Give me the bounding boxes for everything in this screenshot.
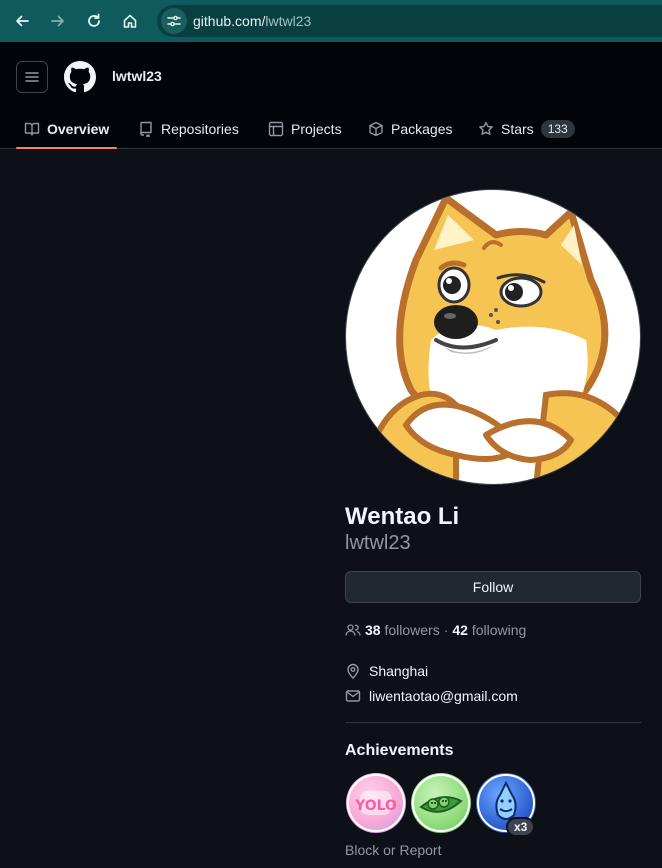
stars-count-badge: 133 — [540, 119, 575, 138]
pair-extraordinaire-badge[interactable] — [411, 773, 471, 833]
reload-button[interactable] — [80, 7, 108, 35]
follow-separator: · — [443, 622, 449, 638]
url-path: lwtwl23 — [265, 13, 312, 29]
home-button[interactable] — [116, 7, 144, 35]
follow-stats: 38 followers · 42 following — [345, 621, 526, 639]
reload-icon — [88, 13, 100, 27]
follow-button[interactable]: Follow — [345, 571, 641, 603]
github-logo-icon[interactable] — [64, 61, 96, 93]
repo-icon — [140, 121, 152, 137]
tab-overview[interactable]: Overview — [16, 108, 118, 149]
package-icon — [369, 121, 383, 136]
achievements-title[interactable]: Achievements — [345, 742, 454, 760]
home-icon — [123, 14, 137, 28]
tab-repositories[interactable]: Repositories — [138, 108, 239, 149]
followers-label: followers — [384, 622, 440, 638]
following-count: 42 — [452, 622, 468, 638]
avatar[interactable] — [345, 189, 641, 485]
table-icon — [268, 121, 284, 136]
peas-pod-icon — [412, 774, 470, 832]
tab-overview-label: Overview — [47, 120, 110, 137]
tune-icon — [167, 15, 181, 27]
profile-full-name: Wentao Li — [345, 503, 460, 530]
block-or-report-link[interactable]: Block or Report — [345, 842, 441, 858]
mail-icon — [345, 690, 361, 702]
tab-packages[interactable]: Packages — [368, 108, 452, 149]
following-label: following — [471, 622, 527, 638]
forward-button[interactable] — [44, 7, 72, 35]
address-bar[interactable]: github.com/lwtwl23 — [157, 5, 662, 37]
browser-toolbar: github.com/lwtwl23 — [0, 0, 662, 42]
hamburger-icon — [25, 72, 39, 82]
doge-avatar-icon — [368, 194, 640, 484]
people-icon — [345, 624, 361, 636]
profile-login: lwtwl23 — [345, 532, 411, 554]
github-header: lwtwl23 Overview Repositories Projects P… — [0, 42, 662, 149]
header-username[interactable]: lwtwl23 — [112, 68, 162, 84]
arrow-left-icon — [16, 15, 29, 27]
email-row: liwentaotao@gmail.com — [345, 687, 518, 705]
tab-projects[interactable]: Projects — [268, 108, 342, 149]
email-link[interactable]: liwentaotao@gmail.com — [369, 688, 518, 704]
location-text: Shanghai — [369, 663, 429, 679]
tab-stars[interactable]: Stars 133 — [478, 108, 575, 149]
star-icon — [479, 121, 493, 135]
url-host: github.com/ — [193, 13, 266, 29]
pull-shark-count: x3 — [506, 817, 536, 837]
site-settings-button[interactable] — [161, 8, 187, 34]
following-link[interactable]: 42 following — [452, 622, 526, 638]
followers-count: 38 — [365, 622, 381, 638]
yolo-badge[interactable]: YOLO — [346, 773, 406, 833]
yolo-badge-icon: YOLO — [347, 774, 405, 832]
tab-stars-label: Stars — [501, 120, 534, 137]
location-icon — [347, 663, 359, 679]
url-text: github.com/lwtwl23 — [193, 13, 311, 29]
divider — [345, 722, 641, 723]
yolo-badge-text: YOLO — [354, 798, 397, 814]
tab-packages-label: Packages — [391, 120, 453, 137]
arrow-right-icon — [51, 15, 64, 27]
followers-link[interactable]: 38 followers — [365, 622, 440, 638]
tab-projects-label: Projects — [291, 120, 342, 137]
book-icon — [24, 122, 40, 136]
tab-repositories-label: Repositories — [161, 120, 239, 137]
location-row: Shanghai — [345, 662, 428, 680]
back-button[interactable] — [8, 7, 36, 35]
menu-button[interactable] — [16, 61, 48, 93]
